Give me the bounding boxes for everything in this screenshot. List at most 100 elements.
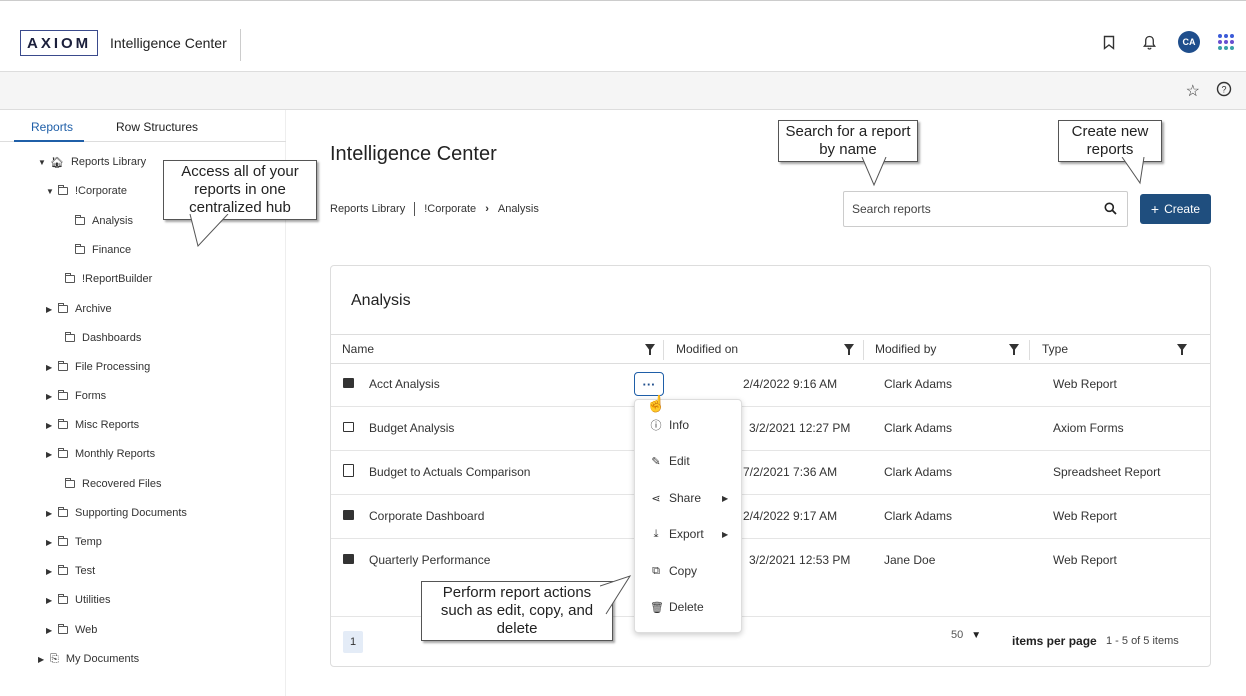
submenu-arrow-icon: ▶ (722, 529, 729, 539)
tree-node-finance[interactable]: Finance (75, 240, 131, 260)
avatar[interactable]: CA (1178, 31, 1200, 53)
folder-icon (65, 332, 75, 342)
row-name[interactable]: Corporate Dashboard (369, 509, 484, 523)
menu-item-export[interactable]: ⤓ Export ▶ (650, 524, 729, 544)
row-modified-on: 3/2/2021 12:53 PM (749, 553, 851, 567)
pencil-icon: ✎ (651, 455, 661, 468)
tree-node-temp[interactable]: ▶ Temp (46, 532, 102, 552)
menu-item-copy[interactable]: ⧉ Copy (650, 561, 697, 581)
help-icon[interactable]: ? (1216, 81, 1232, 102)
row-name[interactable]: Acct Analysis (369, 377, 440, 391)
page-number-button[interactable]: 1 (343, 631, 363, 653)
sidebar-tabs: Reports Row Structures (0, 110, 286, 142)
title-divider (240, 29, 241, 61)
top-icons: CA (1098, 31, 1234, 53)
collapsed-arrow-icon[interactable]: ▶ (46, 626, 58, 635)
tree-node-test[interactable]: ▶ Test (46, 561, 95, 581)
tree-node-archive[interactable]: ▶ Archive (46, 299, 112, 319)
collapsed-arrow-icon[interactable]: ▶ (46, 509, 58, 518)
tree-node-monthly-reports[interactable]: ▶ Monthly Reports (46, 444, 155, 464)
column-divider (1029, 340, 1030, 360)
create-button[interactable]: + Create (1140, 194, 1211, 224)
page-title: Intelligence Center (330, 143, 497, 165)
home-icon: 🏠︎ (50, 156, 64, 169)
table-row[interactable]: Corporate Dashboard 2/4/2022 9:17 AM Cla… (331, 495, 1210, 539)
tree-node-web[interactable]: ▶ Web (46, 620, 97, 640)
filter-icon[interactable] (844, 344, 854, 355)
tab-row-structures[interactable]: Row Structures (116, 120, 198, 134)
context-menu: ⓘ Info ✎ Edit ⋖ Share ▶ ⤓ Export ▶ ⧉ Cop… (634, 399, 742, 633)
tree-node-utilities[interactable]: ▶ Utilities (46, 590, 110, 610)
row-name[interactable]: Quarterly Performance (369, 553, 490, 567)
axiom-logo[interactable]: AXIOM (20, 30, 99, 56)
tab-reports[interactable]: Reports (31, 120, 73, 134)
search-input[interactable] (852, 200, 1082, 218)
row-type: Axiom Forms (1053, 421, 1124, 435)
row-name[interactable]: Budget Analysis (369, 421, 454, 435)
tree-node-recovered-files[interactable]: Recovered Files (65, 474, 161, 494)
collapsed-arrow-icon[interactable]: ▶ (46, 567, 58, 576)
collapsed-arrow-icon[interactable]: ▶ (46, 538, 58, 547)
row-modified-on: 2/4/2022 9:17 AM (743, 509, 838, 523)
card-title: Analysis (351, 292, 411, 309)
breadcrumb-corporate[interactable]: !Corporate (424, 203, 476, 215)
row-type: Web Report (1053, 553, 1117, 567)
tree-node-forms[interactable]: ▶ Forms (46, 386, 106, 406)
breadcrumb-reports-library[interactable]: Reports Library (330, 203, 405, 215)
page-size-value: 50 (951, 629, 964, 641)
tree-node-dashboards[interactable]: Dashboards (65, 328, 141, 348)
folder-icon (75, 215, 85, 225)
tree-node-corporate[interactable]: ▼ !Corporate (46, 181, 127, 201)
folder-icon (58, 565, 68, 575)
expanded-arrow-icon[interactable]: ▼ (38, 158, 50, 167)
filter-icon[interactable] (1009, 344, 1019, 355)
collapsed-arrow-icon[interactable]: ▶ (38, 655, 50, 664)
breadcrumb-analysis: Analysis (497, 203, 539, 215)
column-header-modified-on[interactable]: Modified on (676, 342, 738, 356)
page-size-select[interactable]: 50 ▼ (951, 629, 981, 641)
tree-node-my-documents[interactable]: ▶ ⎘ My Documents (38, 649, 139, 669)
items-per-page-label: items per page (1012, 634, 1097, 648)
column-header-name[interactable]: Name (342, 342, 374, 356)
filter-icon[interactable] (1177, 344, 1187, 355)
tree-node-reportbuilder[interactable]: !ReportBuilder (65, 269, 152, 289)
tree-node-supporting-documents[interactable]: ▶ Supporting Documents (46, 503, 187, 523)
tree-node-analysis[interactable]: Analysis (75, 211, 133, 231)
table-header: Name Modified on Modified by Type (331, 334, 1210, 364)
column-header-modified-by[interactable]: Modified by (875, 342, 936, 356)
row-name[interactable]: Budget to Actuals Comparison (369, 465, 530, 479)
copy-icon: ⧉ (652, 564, 660, 577)
menu-item-edit[interactable]: ✎ Edit (650, 451, 689, 471)
collapsed-arrow-icon[interactable]: ▶ (46, 392, 58, 401)
bookmark-icon[interactable] (1098, 31, 1120, 53)
tree-node-file-processing[interactable]: ▶ File Processing (46, 357, 150, 377)
folder-icon (65, 273, 75, 283)
tree-node-reports-library[interactable]: ▼ 🏠︎ Reports Library (38, 152, 146, 172)
folder-icon (58, 303, 68, 313)
column-divider (863, 340, 864, 360)
table-row[interactable]: Budget Analysis 3/2/2021 12:27 PM Clark … (331, 407, 1210, 451)
collapsed-arrow-icon[interactable]: ▶ (46, 596, 58, 605)
menu-item-share[interactable]: ⋖ Share ▶ (650, 488, 728, 508)
search-icon[interactable] (1104, 202, 1117, 218)
menu-item-delete[interactable]: 🗑︎ Delete (650, 597, 704, 617)
tree-node-misc-reports[interactable]: ▶ Misc Reports (46, 415, 139, 435)
star-icon[interactable]: ☆ (1186, 81, 1200, 102)
filter-icon[interactable] (645, 344, 655, 355)
column-header-type[interactable]: Type (1042, 342, 1068, 356)
collapsed-arrow-icon[interactable]: ▶ (46, 363, 58, 372)
collapsed-arrow-icon[interactable]: ▶ (46, 305, 58, 314)
table-row[interactable]: Acct Analysis 2/4/2022 9:16 AM Clark Ada… (331, 363, 1210, 407)
callout-search: Search for a report by name (778, 120, 918, 162)
apps-grid-icon[interactable] (1218, 34, 1234, 50)
collapsed-arrow-icon[interactable]: ▶ (46, 421, 58, 430)
menu-item-info[interactable]: ⓘ Info (650, 415, 690, 435)
bell-icon[interactable] (1138, 31, 1160, 53)
more-actions-button[interactable]: ··· (634, 372, 664, 396)
collapsed-arrow-icon[interactable]: ▶ (46, 450, 58, 459)
expanded-arrow-icon[interactable]: ▼ (46, 187, 58, 196)
folder-icon (65, 478, 75, 488)
table-row[interactable]: Quarterly Performance 3/2/2021 12:53 PM … (331, 539, 1210, 583)
column-divider (663, 340, 664, 360)
table-row[interactable]: Budget to Actuals Comparison 7/2/2021 7:… (331, 451, 1210, 495)
